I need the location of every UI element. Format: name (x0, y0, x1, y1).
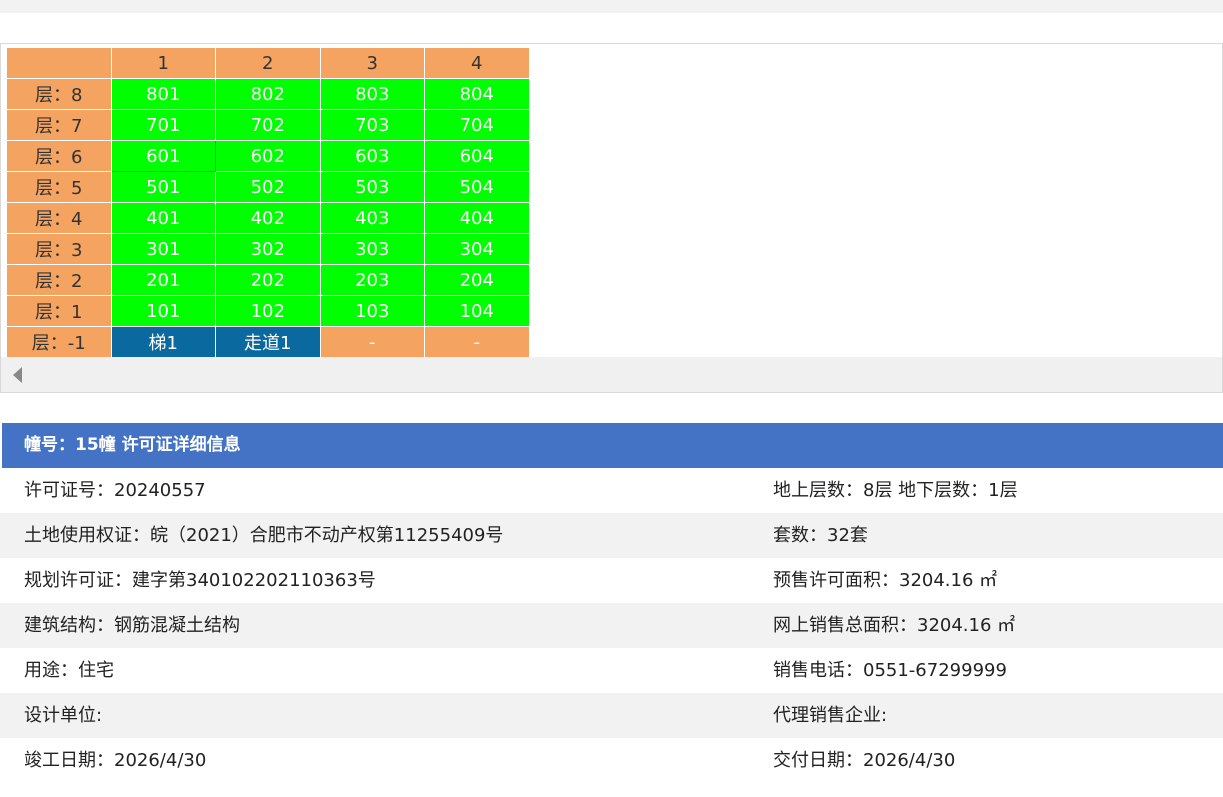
facility-cell[interactable]: 走道1 (215, 326, 321, 358)
unit-cell[interactable]: 804 (424, 78, 530, 110)
unit-cell[interactable]: 703 (319, 109, 425, 141)
unit-cell[interactable]: 801 (110, 78, 216, 110)
grid-header-row: 1234 (6, 47, 530, 79)
unit-cell[interactable]: 603 (319, 140, 425, 172)
unit-cell[interactable]: 101 (110, 295, 216, 327)
facility-cell[interactable]: 梯1 (110, 326, 216, 358)
unit-table: 1 2 3 4 层：8 801 802 803 804 层：7 701 702 703 704 层：6 601… (6, 47, 530, 358)
unit-cell[interactable]: 402 (215, 202, 321, 234)
unit-cell[interactable]: 201 (110, 264, 216, 296)
floor-label: 层：2 (6, 264, 112, 296)
unit-cell[interactable]: 103 (319, 295, 425, 327)
unit-cell[interactable]: 701 (110, 109, 216, 141)
info-row: 建筑结构：钢筋混凝土结构 网上销售总面积：3204.16 ㎡ (0, 603, 1223, 648)
unit-cell[interactable]: 302 (215, 233, 321, 265)
unit-cell[interactable]: 604 (424, 140, 530, 172)
info-row: 许可证号：20240557 地上层数：8层 地下层数：1层 (0, 468, 1223, 513)
info-left: 用途：住宅 (24, 660, 114, 681)
floor-row: 层：2 201 202 203 204 (6, 264, 530, 296)
info-right: 销售电话：0551-67299999 (773, 660, 1007, 681)
horizontal-scrollbar[interactable] (1, 357, 1222, 392)
info-left: 土地使用权证：皖（2021）合肥市不动产权第11255409号 (24, 525, 504, 546)
empty-cell: - (424, 326, 530, 358)
floor-row: 层：3 301 302 303 304 (6, 233, 530, 265)
info-left: 设计单位: (24, 705, 103, 726)
empty-cell: - (319, 326, 425, 358)
column-header: 2 (215, 47, 321, 79)
unit-cell[interactable]: 401 (110, 202, 216, 234)
unit-cell[interactable]: 501 (110, 171, 216, 203)
unit-cell[interactable]: 203 (319, 264, 425, 296)
unit-cell[interactable]: 702 (215, 109, 321, 141)
info-left: 规划许可证：建字第340102202110363号 (24, 570, 376, 591)
info-row: 土地使用权证：皖（2021）合肥市不动产权第11255409号 套数：32套 (0, 513, 1223, 558)
floor-label: 层：7 (6, 109, 112, 141)
unit-grid-panel: 1 2 3 4 层：8 801 802 803 804 层：7 701 702 703 704 层：6 601… (0, 43, 1223, 393)
info-right: 套数：32套 (773, 525, 868, 546)
panel-title: 幢号：15幢 许可证详细信息 (2, 423, 1223, 468)
unit-cell[interactable]: 301 (110, 233, 216, 265)
floor-label: 层：8 (6, 78, 112, 110)
unit-cell[interactable]: 104 (424, 295, 530, 327)
floor-label: 层：-1 (6, 326, 112, 358)
floor-row: 层：8 801 802 803 804 (6, 78, 530, 110)
unit-cell[interactable]: 303 (319, 233, 425, 265)
info-right: 代理销售企业: (773, 705, 888, 726)
unit-cell[interactable]: 602 (215, 140, 321, 172)
info-right: 交付日期：2026/4/30 (773, 750, 956, 771)
unit-cell[interactable]: 503 (319, 171, 425, 203)
floor-row: 层：4 401 402 403 404 (6, 202, 530, 234)
unit-cell[interactable]: 704 (424, 109, 530, 141)
top-bar (0, 0, 1223, 13)
unit-cell[interactable]: 204 (424, 264, 530, 296)
floor-row: 层：5 501 502 503 504 (6, 171, 530, 203)
info-row: 设计单位: 代理销售企业: (0, 693, 1223, 738)
floor-label: 层：1 (6, 295, 112, 327)
info-row: 规划许可证：建字第340102202110363号 预售许可面积：3204.16 … (0, 558, 1223, 603)
info-row: 竣工日期：2026/4/30 交付日期：2026/4/30 (0, 738, 1223, 783)
floor-label: 层：6 (6, 140, 112, 172)
info-row: 用途：住宅 销售电话：0551-67299999 (0, 648, 1223, 693)
floor-label: 层：3 (6, 233, 112, 265)
unit-cell[interactable]: 304 (424, 233, 530, 265)
column-header: 1 (110, 47, 216, 79)
floor-row: 层：6 601 602 603 604 (6, 140, 530, 172)
info-left: 竣工日期：2026/4/30 (24, 750, 207, 771)
unit-cell[interactable]: 502 (215, 171, 321, 203)
chevron-left-icon[interactable] (13, 367, 22, 383)
floor-label: 层：4 (6, 202, 112, 234)
floor-row: 层：-1 梯1 走道1- - (6, 326, 530, 358)
floor-label: 层：5 (6, 171, 112, 203)
column-header: 4 (424, 47, 530, 79)
grid-corner (6, 47, 112, 79)
info-left: 许可证号：20240557 (24, 480, 206, 501)
unit-cell[interactable]: 202 (215, 264, 321, 296)
info-right: 网上销售总面积：3204.16 ㎡ (773, 615, 1016, 636)
unit-cell[interactable]: 102 (215, 295, 321, 327)
info-right: 地上层数：8层 地下层数：1层 (773, 480, 1018, 501)
info-left: 建筑结构：钢筋混凝土结构 (24, 615, 240, 636)
info-right: 预售许可面积：3204.16 ㎡ (773, 570, 998, 591)
floor-row: 层：1 101 102 103 104 (6, 295, 530, 327)
unit-cell[interactable]: 802 (215, 78, 321, 110)
unit-cell[interactable]: 404 (424, 202, 530, 234)
unit-cell[interactable]: 601 (110, 140, 216, 172)
unit-cell[interactable]: 403 (319, 202, 425, 234)
unit-cell[interactable]: 803 (319, 78, 425, 110)
floor-row: 层：7 701 702 703 704 (6, 109, 530, 141)
unit-cell[interactable]: 504 (424, 171, 530, 203)
column-header: 3 (319, 47, 425, 79)
